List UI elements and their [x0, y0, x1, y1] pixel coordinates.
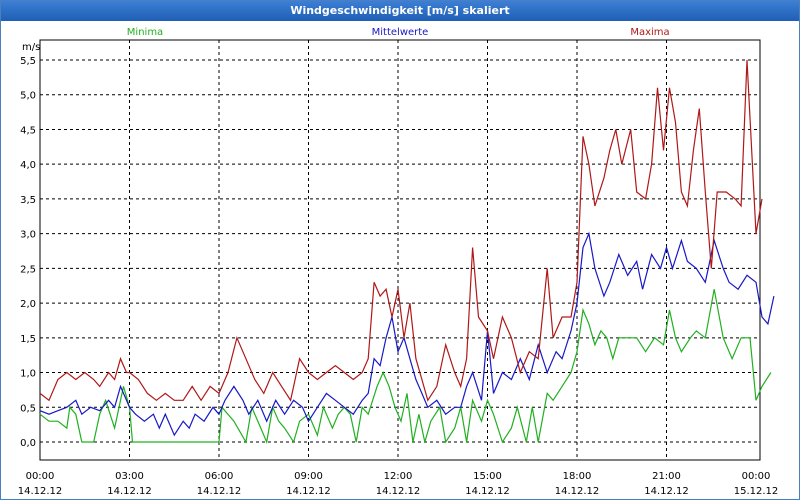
x-tick-time: 00:00	[742, 471, 771, 482]
x-tick-time: 06:00	[205, 471, 234, 482]
series-line-maxima	[39, 59, 763, 402]
x-axis: 00:00 14.12.12 03:00 14.12.12 06:00 14.12.12 0…	[18, 471, 779, 497]
y-tick-label: 1,0	[20, 369, 36, 380]
x-tick-time: 03:00	[115, 471, 144, 482]
x-tick-date: 14.12.12	[644, 486, 689, 497]
line-chart: 0,0 0,5 1,0 1,5 2,0 2,5 3,0 3,5 4,0 4,5 5,0 5,5 00:…	[18, 27, 779, 497]
x-tick-date: 14.12.12	[555, 486, 600, 497]
y-tick-label: 4,0	[20, 160, 36, 171]
grid	[40, 40, 760, 460]
x-tick-date: 14.12.12	[18, 486, 63, 497]
y-tick-label: 4,5	[20, 125, 36, 136]
x-tick-date: 14.12.12	[376, 486, 421, 497]
x-tick-date: 14.12.12	[107, 486, 152, 497]
y-tick-label: 1,5	[20, 334, 36, 345]
x-tick-date: 14.12.12	[197, 486, 242, 497]
x-tick-time: 21:00	[652, 471, 681, 482]
x-tick-time: 18:00	[563, 471, 592, 482]
y-tick-label: 3,5	[20, 195, 36, 206]
x-tick-time: 00:00	[26, 471, 55, 482]
y-axis-label: m/s	[22, 42, 40, 53]
x-tick-time: 12:00	[384, 471, 413, 482]
legend-entry-mittelwerte: Mittelwerte	[372, 27, 429, 38]
y-tick-label: 5,5	[20, 56, 36, 67]
plot-area	[39, 39, 761, 461]
series-line-mittelwerte	[39, 231, 775, 437]
x-tick-time: 15:00	[473, 471, 502, 482]
legend-entry-minima: Minima	[127, 27, 163, 38]
y-tick-label: 0,5	[20, 403, 36, 414]
y-axis: 0,0 0,5 1,0 1,5 2,0 2,5 3,0 3,5 4,0 4,5 5,0 5,5	[20, 56, 36, 449]
plot-frame	[39, 39, 761, 461]
y-tick-label: 0,0	[20, 438, 36, 449]
legend-entry-maxima: Maxima	[630, 27, 669, 38]
y-tick-label: 2,0	[20, 299, 36, 310]
x-tick-time: 09:00	[294, 471, 323, 482]
y-tick-label: 3,0	[20, 230, 36, 241]
y-tick-label: 2,5	[20, 264, 36, 275]
x-tick-date: 15.12.12	[734, 486, 779, 497]
series-line-minima	[39, 289, 772, 445]
series-lines	[39, 59, 775, 445]
x-tick-date: 14.12.12	[465, 486, 510, 497]
x-tick-date: 14.12.12	[286, 486, 331, 497]
legend: Minima Mittelwerte Maxima	[127, 27, 670, 38]
y-tick-label: 5,0	[20, 91, 36, 102]
